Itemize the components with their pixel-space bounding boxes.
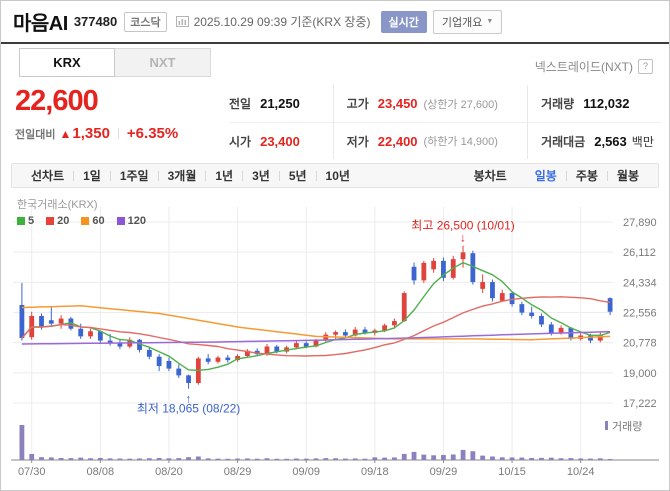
- tab-3year[interactable]: 3년: [243, 167, 279, 184]
- svg-text:09/09: 09/09: [292, 466, 320, 478]
- prev-close-cell: 전일 21,250: [229, 85, 333, 122]
- period-toolbar: 선차트 1일 1주일 3개월 1년 3년 5년 10년 봉차트 일봉 주봉 월봉: [11, 163, 659, 188]
- svg-text:09/29: 09/29: [430, 466, 458, 478]
- trade-value-cell: 거래대금 2,563 백만: [527, 122, 661, 159]
- divider: [118, 128, 119, 139]
- up-arrow-icon: ▲: [59, 127, 71, 141]
- company-overview-button[interactable]: 기업개요 ▼: [433, 10, 502, 34]
- volume-cell: 거래량 112,032: [527, 85, 661, 122]
- tab-5year[interactable]: 5년: [280, 167, 316, 184]
- svg-text:거래량: 거래량: [612, 420, 642, 433]
- chart-area: 27,890 26,112 24,334 22,556 20,778 19,000 17,2…: [11, 193, 659, 485]
- price-chart-svg[interactable]: 27,890 26,112 24,334 22,556 20,778 19,000 17,2…: [11, 193, 659, 485]
- chart-icon: [176, 15, 189, 28]
- tab-3month[interactable]: 3개월: [159, 167, 206, 184]
- svg-text:08/29: 08/29: [224, 466, 252, 478]
- tab-weekly[interactable]: 주봉: [567, 167, 607, 184]
- svg-text:27,890: 27,890: [623, 217, 657, 229]
- tab-candle-chart[interactable]: 봉차트: [465, 167, 516, 184]
- svg-text:07/30: 07/30: [18, 466, 46, 478]
- price-change: 전일대비 ▲ 1,350 +6.35%: [15, 125, 178, 142]
- current-price: 22,600: [15, 85, 98, 118]
- tab-1year[interactable]: 1년: [206, 167, 242, 184]
- svg-text:↓: ↓: [460, 231, 466, 245]
- high-cell: 고가 23,450 (상한가 27,600): [333, 85, 527, 122]
- chart-type-group: 봉차트 일봉 주봉 월봉: [465, 167, 648, 184]
- stock-chart-page: 마음AI 377480 코스닥 2025.10.29 09:39 기준(KRX …: [0, 0, 670, 491]
- tab-line-chart[interactable]: 선차트: [22, 167, 73, 184]
- exchange-tabs: KRX NXT: [19, 48, 211, 77]
- diff-label: 전일대비: [15, 126, 55, 142]
- svg-text:08/20: 08/20: [155, 466, 183, 478]
- market-badge: 코스닥: [124, 12, 166, 32]
- tab-krx[interactable]: KRX: [19, 48, 115, 77]
- tab-10year[interactable]: 10년: [317, 167, 359, 184]
- chevron-down-icon: ▼: [486, 18, 493, 25]
- svg-text:26,112: 26,112: [623, 247, 656, 259]
- quote-section: 22,600 전일대비 ▲ 1,350 +6.35% 전일 21,250 고가 …: [1, 85, 669, 159]
- tab-monthly[interactable]: 월봉: [608, 167, 648, 184]
- diff-value: 1,350: [72, 125, 110, 142]
- stock-title: 마음AI: [13, 7, 68, 36]
- tab-1day[interactable]: 1일: [74, 167, 110, 184]
- nextrade-label: 넥스트레이드(NXT) ?: [535, 58, 653, 75]
- open-cell: 시가 23,400: [229, 122, 333, 159]
- quote-table: 전일 21,250 고가 23,450 (상한가 27,600) 거래량 112…: [229, 85, 661, 159]
- svg-text:22,556: 22,556: [623, 308, 657, 320]
- svg-text:17,222: 17,222: [623, 398, 657, 410]
- stock-code: 377480: [74, 14, 117, 29]
- help-icon[interactable]: ?: [638, 59, 653, 74]
- svg-text:10/15: 10/15: [498, 466, 526, 478]
- svg-text:24,334: 24,334: [623, 277, 657, 289]
- svg-text:20,778: 20,778: [623, 338, 657, 350]
- header: 마음AI 377480 코스닥 2025.10.29 09:39 기준(KRX …: [1, 1, 669, 44]
- svg-text:10/24: 10/24: [567, 466, 595, 478]
- svg-text:08/08: 08/08: [87, 466, 115, 478]
- svg-text:19,000: 19,000: [623, 368, 657, 380]
- tab-daily[interactable]: 일봉: [526, 167, 566, 184]
- diff-percent: +6.35%: [127, 125, 178, 142]
- realtime-badge[interactable]: 실시간: [381, 11, 427, 33]
- svg-text:↑: ↑: [186, 392, 192, 406]
- low-cell: 저가 22,400 (하한가 14,900): [333, 122, 527, 159]
- tab-nxt[interactable]: NXT: [115, 48, 211, 77]
- svg-text:09/18: 09/18: [361, 466, 389, 478]
- quote-datetime: 2025.10.29 09:39 기준(KRX 장중): [194, 13, 371, 30]
- tab-1week[interactable]: 1주일: [111, 167, 158, 184]
